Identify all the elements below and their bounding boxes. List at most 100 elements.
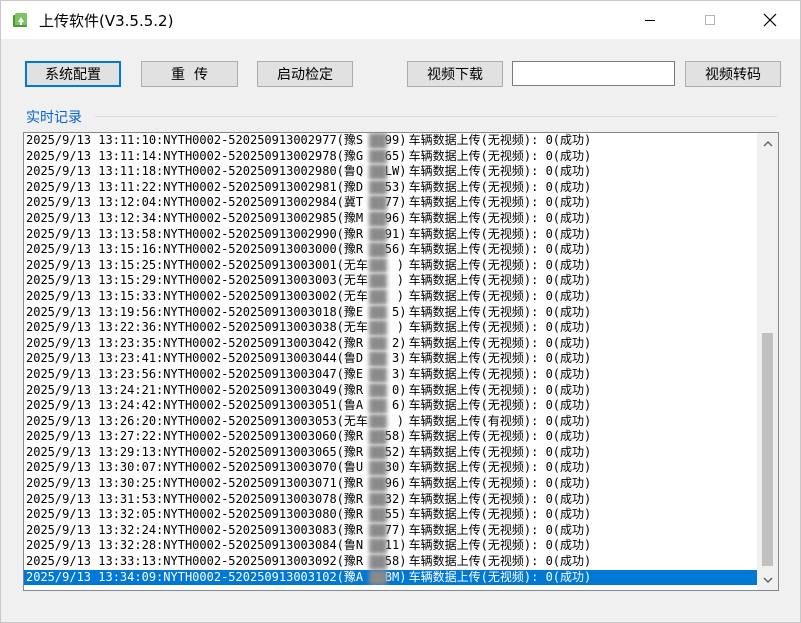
log-timestamp: 2025/9/13 13:32:28 (26, 538, 157, 553)
log-row[interactable]: 2025/9/13 13:32:05:NYTH0002-520250913003… (24, 507, 757, 523)
log-plate: (冀T 77) (337, 195, 409, 211)
log-row[interactable]: 2025/9/13 13:15:33:NYTH0002-520250913003… (24, 288, 757, 305)
log-row[interactable]: 2025/9/13 13:30:25:NYTH0002-520250913003… (24, 476, 757, 492)
mosaic-mask (368, 320, 387, 336)
log-row[interactable]: 2025/9/13 13:31:53:NYTH0002-520250913003… (24, 491, 757, 508)
log-row[interactable]: 2025/9/13 13:11:18:NYTH0002-520250913002… (24, 164, 757, 180)
log-row[interactable]: 2025/9/13 13:26:20:NYTH0002-520250913003… (24, 413, 757, 430)
log-record-code: NYTH0002-520250913003000 (163, 242, 337, 257)
mosaic-mask (368, 133, 387, 149)
log-plate: (豫R 55) (337, 507, 409, 523)
log-message: 车辆数据上传(无视频): 0(成功) (408, 226, 592, 241)
app-icon (13, 13, 27, 27)
log-row[interactable]: 2025/9/13 13:34:09:NYTH0002-520250913003… (24, 569, 757, 586)
log-row[interactable]: 2025/9/13 13:22:36:NYTH0002-520250913003… (24, 320, 757, 336)
log-plate: (豫E 5) (337, 304, 409, 321)
log-timestamp: 2025/9/13 13:12:04 (26, 195, 157, 210)
close-button[interactable] (747, 1, 793, 39)
scroll-down-button[interactable] (757, 571, 778, 588)
log-row[interactable]: 2025/9/13 13:15:29:NYTH0002-520250913003… (24, 273, 757, 289)
log-row[interactable]: 2025/9/13 13:27:22:NYTH0002-520250913003… (24, 429, 757, 445)
log-row[interactable]: 2025/9/13 13:30:07:NYTH0002-520250913003… (24, 460, 757, 477)
system-config-button[interactable]: 系统配置 (25, 61, 121, 87)
log-timestamp: 2025/9/13 13:26:20 (26, 413, 157, 428)
log-row[interactable]: 2025/9/13 13:11:14:NYTH0002-520250913002… (24, 148, 757, 165)
mosaic-mask (368, 351, 387, 367)
log-message: 车辆数据上传(无视频): 0(成功) (408, 522, 592, 537)
log-message: 车辆数据上传(无视频): 0(成功) (408, 335, 592, 350)
log-row[interactable]: 2025/9/13 13:23:35:NYTH0002-520250913003… (24, 335, 757, 352)
log-timestamp: 2025/9/13 13:15:16 (26, 242, 157, 257)
log-row[interactable]: 2025/9/13 13:23:56:NYTH0002-520250913003… (24, 366, 757, 383)
reupload-button[interactable]: 重 传 (141, 61, 238, 87)
log-rows: 2025/9/13 13:11:10:NYTH0002-520250913002… (24, 133, 757, 586)
video-download-button[interactable]: 视频下载 (407, 61, 503, 87)
log-row[interactable]: 2025/9/13 13:11:10:NYTH0002-520250913002… (24, 133, 757, 149)
log-message: 车辆数据上传(无视频): 0(成功) (408, 164, 592, 179)
log-row[interactable]: 2025/9/13 13:32:28:NYTH0002-520250913003… (24, 538, 757, 555)
mosaic-mask (368, 398, 387, 414)
log-timestamp: 2025/9/13 13:24:21 (26, 382, 157, 397)
log-row[interactable]: 2025/9/13 13:29:13:NYTH0002-520250913003… (24, 444, 757, 461)
log-timestamp: 2025/9/13 13:15:29 (26, 273, 157, 288)
log-plate: (无车 ) (337, 273, 409, 289)
scroll-thumb[interactable] (762, 333, 773, 566)
video-convert-button[interactable]: 视频转码 (685, 61, 781, 87)
log-row[interactable]: 2025/9/13 13:15:16:NYTH0002-520250913003… (24, 242, 757, 258)
log-plate: (豫R 77) (337, 522, 409, 539)
log-row[interactable]: 2025/9/13 13:15:25:NYTH0002-520250913003… (24, 257, 757, 274)
close-icon (763, 13, 777, 27)
log-message: 车辆数据上传(无视频): 0(成功) (408, 195, 592, 210)
log-record-code: NYTH0002-520250913003003 (163, 273, 337, 288)
log-message: 车辆数据上传(无视频): 0(成功) (408, 320, 592, 335)
log-record-code: NYTH0002-520250913003044 (163, 351, 337, 366)
log-record-code: NYTH0002-520250913003001 (163, 257, 337, 272)
log-timestamp: 2025/9/13 13:33:13 (26, 554, 157, 569)
log-plate: (豫R 58) (337, 554, 409, 570)
log-record-code: NYTH0002-520250913002985 (163, 210, 337, 225)
log-record-code: NYTH0002-520250913002977 (163, 133, 337, 147)
log-record-code: NYTH0002-520250913003049 (163, 382, 337, 397)
log-plate: (鲁N 11) (337, 538, 409, 555)
log-plate: (豫M 96) (337, 210, 409, 227)
mosaic-mask (368, 226, 387, 243)
log-row[interactable]: 2025/9/13 13:24:21:NYTH0002-520250913003… (24, 382, 757, 399)
mosaic-mask (368, 148, 387, 165)
log-plate: (豫A BM) (337, 569, 409, 586)
chevron-up-icon (763, 140, 772, 146)
log-row[interactable]: 2025/9/13 13:19:56:NYTH0002-520250913003… (24, 304, 757, 321)
log-row[interactable]: 2025/9/13 13:11:22:NYTH0002-520250913002… (24, 179, 757, 196)
log-message: 车辆数据上传(无视频): 0(成功) (408, 148, 592, 163)
log-row[interactable]: 2025/9/13 13:13:58:NYTH0002-520250913002… (24, 226, 757, 243)
log-plate: (鲁D 3) (337, 351, 409, 367)
vertical-scrollbar[interactable] (757, 133, 778, 590)
log-row[interactable]: 2025/9/13 13:12:04:NYTH0002-520250913002… (24, 195, 757, 211)
mosaic-mask (368, 366, 387, 383)
log-message: 车辆数据上传(无视频): 0(成功) (408, 444, 592, 459)
log-row[interactable]: 2025/9/13 13:33:13:NYTH0002-520250913003… (24, 554, 757, 570)
log-record-code: NYTH0002-520250913003018 (163, 304, 337, 319)
mosaic-mask (368, 491, 387, 508)
log-row[interactable]: 2025/9/13 13:24:42:NYTH0002-520250913003… (24, 398, 757, 414)
mosaic-mask (368, 304, 387, 321)
log-row[interactable]: 2025/9/13 13:23:41:NYTH0002-520250913003… (24, 351, 757, 367)
scroll-up-button[interactable] (757, 135, 778, 152)
mosaic-mask (368, 413, 387, 430)
log-message: 车辆数据上传(无视频): 0(成功) (408, 398, 592, 413)
log-listbox[interactable]: 2025/9/13 13:11:10:NYTH0002-520250913002… (23, 132, 779, 591)
log-row[interactable]: 2025/9/13 13:12:34:NYTH0002-520250913002… (24, 210, 757, 227)
log-timestamp: 2025/9/13 13:27:22 (26, 429, 157, 444)
log-message: 车辆数据上传(有视频): 0(成功) (408, 413, 592, 428)
video-input[interactable] (512, 61, 675, 86)
log-record-code: NYTH0002-520250913003102 (163, 569, 337, 584)
maximize-button[interactable] (687, 1, 733, 39)
log-record-code: NYTH0002-520250913003065 (163, 444, 337, 459)
minimize-button[interactable] (627, 1, 673, 39)
title-bar[interactable]: 上传软件(V3.5.5.2) (1, 1, 800, 39)
log-record-code: NYTH0002-520250913003084 (163, 538, 337, 553)
log-row[interactable]: 2025/9/13 13:32:24:NYTH0002-520250913003… (24, 522, 757, 539)
log-timestamp: 2025/9/13 13:29:13 (26, 444, 157, 459)
log-message: 车辆数据上传(无视频): 0(成功) (408, 460, 592, 475)
start-check-button[interactable]: 启动检定 (257, 61, 353, 87)
mosaic-mask (368, 288, 387, 305)
